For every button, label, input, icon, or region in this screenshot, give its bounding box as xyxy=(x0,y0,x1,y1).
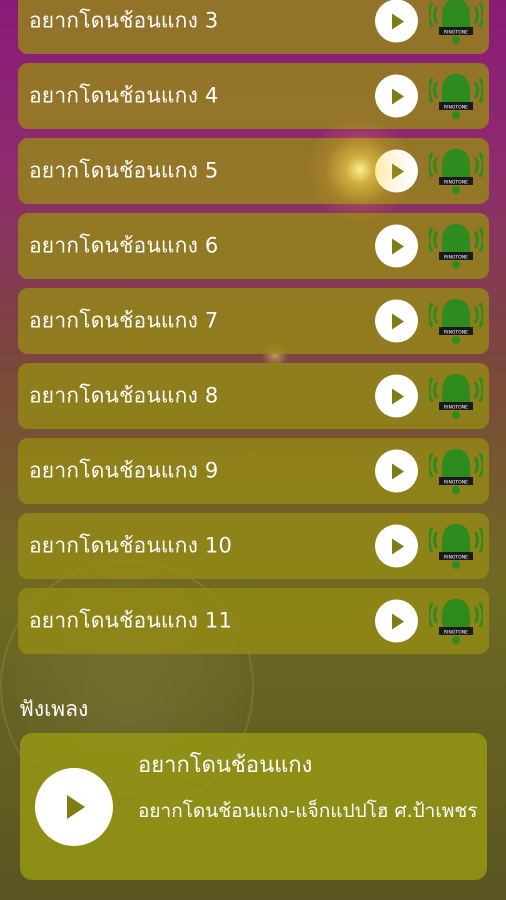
svg-text:RINGTONE: RINGTONE xyxy=(444,105,468,111)
svg-text:RINGTONE: RINGTONE xyxy=(444,255,468,261)
ringtone-row[interactable]: อยากโดนช้อนแกง 4 RINGTONE xyxy=(18,63,489,129)
ringtone-bell-icon[interactable]: RINGTONE xyxy=(429,218,483,274)
play-button[interactable] xyxy=(375,449,418,493)
ringtone-title: อยากโดนช้อนแกง 7 xyxy=(29,308,219,333)
play-icon xyxy=(67,795,85,819)
play-icon xyxy=(391,238,404,254)
svg-text:RINGTONE: RINGTONE xyxy=(444,180,468,186)
play-icon xyxy=(391,388,404,404)
music-player-card: อยากโดนช้อนแกง อยากโดนช้อนแกง-แจ็กแปปโฮ … xyxy=(20,733,487,880)
player-play-button[interactable] xyxy=(35,768,113,846)
svg-text:RINGTONE: RINGTONE xyxy=(444,405,468,411)
ringtone-bell-icon[interactable]: RINGTONE xyxy=(429,593,483,649)
play-button[interactable] xyxy=(375,599,418,643)
ringtone-row[interactable]: อยากโดนช้อนแกง 9 RINGTONE xyxy=(18,438,489,504)
svg-text:RINGTONE: RINGTONE xyxy=(444,30,468,36)
play-icon xyxy=(391,538,404,554)
listen-section-title: ฟังเพลง xyxy=(19,697,89,721)
ringtone-bell-icon[interactable]: RINGTONE xyxy=(429,368,483,424)
song-subtitle: อยากโดนช้อนแกง-แจ็กแปปโฮ ศ.ป้าเพชร xyxy=(138,800,478,822)
play-icon xyxy=(391,163,404,179)
ringtone-bell-icon[interactable]: RINGTONE xyxy=(429,68,483,124)
ringtone-row[interactable]: อยากโดนช้อนแกง 6 RINGTONE xyxy=(18,213,489,279)
ringtone-title: อยากโดนช้อนแกง 6 xyxy=(29,233,219,258)
ringtone-title: อยากโดนช้อนแกง 10 xyxy=(29,533,233,558)
ringtone-bell-icon[interactable]: RINGTONE xyxy=(429,443,483,499)
ringtone-row[interactable]: อยากโดนช้อนแกง 7 RINGTONE xyxy=(18,288,489,354)
ringtone-row[interactable]: อยากโดนช้อนแกง 10 RINGTONE xyxy=(18,513,489,579)
play-button[interactable] xyxy=(375,224,418,268)
song-title: อยากโดนช้อนแกง xyxy=(138,753,313,778)
ringtone-row[interactable]: อยากโดนช้อนแกง 11 RINGTONE xyxy=(18,588,489,654)
play-button[interactable] xyxy=(375,74,418,118)
ringtone-bell-icon[interactable]: RINGTONE xyxy=(429,0,483,49)
ringtone-bell-icon[interactable]: RINGTONE xyxy=(429,518,483,574)
play-icon xyxy=(391,313,404,329)
ringtone-bell-icon[interactable]: RINGTONE xyxy=(429,143,483,199)
play-button[interactable] xyxy=(375,0,418,43)
ringtone-title: อยากโดนช้อนแกง 9 xyxy=(29,458,219,483)
svg-text:RINGTONE: RINGTONE xyxy=(444,330,468,336)
ringtone-list: อยากโดนช้อนแกง 3 RINGTONE อยากโดนช้อนแกง… xyxy=(18,0,489,663)
svg-text:RINGTONE: RINGTONE xyxy=(444,555,468,561)
play-icon xyxy=(391,613,404,629)
svg-text:RINGTONE: RINGTONE xyxy=(444,480,468,486)
play-button[interactable] xyxy=(375,374,418,418)
ringtone-row[interactable]: อยากโดนช้อนแกง 3 RINGTONE xyxy=(18,0,489,54)
ringtone-title: อยากโดนช้อนแกง 5 xyxy=(29,158,219,183)
play-icon xyxy=(391,463,404,479)
ringtone-title: อยากโดนช้อนแกง 11 xyxy=(29,608,233,633)
ringtone-bell-icon[interactable]: RINGTONE xyxy=(429,293,483,349)
ringtone-title: อยากโดนช้อนแกง 4 xyxy=(29,83,219,108)
play-button[interactable] xyxy=(375,149,418,193)
play-icon xyxy=(391,13,404,29)
play-icon xyxy=(391,88,404,104)
ringtone-row[interactable]: อยากโดนช้อนแกง 8 RINGTONE xyxy=(18,363,489,429)
play-button[interactable] xyxy=(375,299,418,343)
ringtone-row[interactable]: อยากโดนช้อนแกง 5 RINGTONE xyxy=(18,138,489,204)
ringtone-title: อยากโดนช้อนแกง 3 xyxy=(29,8,219,33)
play-button[interactable] xyxy=(375,524,418,568)
ringtone-title: อยากโดนช้อนแกง 8 xyxy=(29,383,219,408)
svg-text:RINGTONE: RINGTONE xyxy=(444,630,468,636)
